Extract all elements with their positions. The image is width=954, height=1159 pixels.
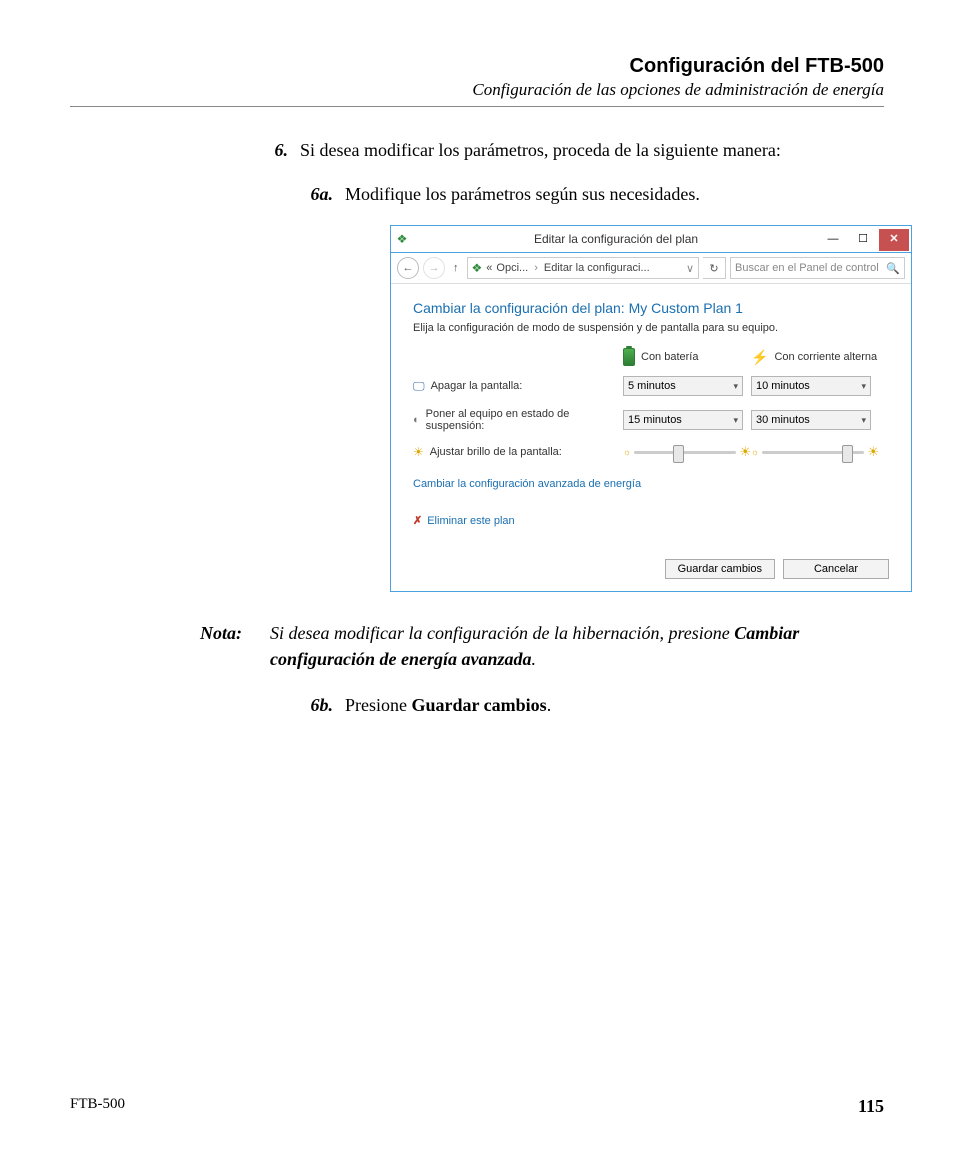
sleep-battery-select[interactable]: 15 minutos ▾ (623, 410, 743, 430)
address-bar-row: ← → ↑ ❖ « Opci... › Editar la configurac… (391, 253, 911, 284)
note-label: Nota: (200, 620, 270, 672)
step-6a-text: Modifique los parámetros según sus neces… (345, 181, 700, 207)
step-6a: 6a. Modifique los parámetros según sus n… (285, 181, 884, 207)
row-brightness: ☀ Ajustar brillo de la pantalla: ☼ ☀ ☼ ☀ (413, 444, 889, 460)
row-sleep-label: Poner al equipo en estado de suspensión: (426, 408, 623, 432)
cancel-button[interactable]: Cancelar (783, 559, 889, 579)
monitor-icon: 🖵 (413, 379, 425, 394)
save-button[interactable]: Guardar cambios (665, 559, 775, 579)
step-6b: 6b. Presione Guardar cambios. (285, 692, 884, 718)
brightness-low-icon: ☼ (623, 447, 631, 457)
plug-icon: ⚡ (751, 349, 768, 366)
brightness-high-icon: ☀ (739, 444, 751, 460)
display-ac-select[interactable]: 10 minutos ▾ (751, 376, 871, 396)
forward-button[interactable]: → (423, 257, 445, 279)
brightness-low-icon: ☼ (751, 447, 759, 457)
step-6b-number: 6b. (285, 692, 345, 718)
back-button[interactable]: ← (397, 257, 419, 279)
chevron-down-icon: ▾ (861, 381, 866, 392)
breadcrumb-icon: ❖ (472, 261, 483, 275)
footer-page-number: 115 (858, 1096, 884, 1117)
header-rule (70, 106, 884, 107)
column-headers: Con batería ⚡ Con corriente alterna (413, 348, 889, 366)
battery-icon (623, 348, 635, 366)
breadcrumb[interactable]: ❖ « Opci... › Editar la configuraci... ∨ (467, 257, 700, 279)
step-6b-post: . (547, 695, 552, 715)
breadcrumb-dropdown-icon[interactable]: ∨ (686, 262, 694, 275)
sun-icon: ☀ (413, 445, 424, 459)
step-6b-pre: Presione (345, 695, 412, 715)
plan-description: Elija la configuración de modo de suspen… (413, 322, 889, 334)
breadcrumb-item-1: Opci... (496, 262, 528, 274)
display-ac-value: 10 minutos (756, 380, 810, 392)
plan-title: Cambiar la configuración del plan: My Cu… (413, 300, 889, 316)
sleep-battery-value: 15 minutos (628, 414, 682, 426)
refresh-button[interactable]: ↻ (703, 257, 726, 279)
note-text-post: . (532, 649, 537, 669)
step-6a-number: 6a. (285, 181, 345, 207)
delete-icon: ✗ (413, 514, 422, 527)
row-display: 🖵 Apagar la pantalla: 5 minutos ▾ 10 min… (413, 376, 889, 396)
col-ac-label: Con corriente alterna (774, 351, 877, 363)
note: Nota: Si desea modificar la configuració… (200, 620, 884, 672)
footer-model: FTB-500 (70, 1096, 125, 1117)
delete-plan-link[interactable]: ✗ Eliminar este plan (413, 514, 889, 527)
brightness-ac-slider[interactable] (762, 451, 864, 454)
up-button[interactable]: ↑ (449, 262, 463, 274)
app-icon: ❖ (391, 232, 413, 246)
brightness-high-icon: ☀ (867, 444, 879, 460)
display-battery-value: 5 minutos (628, 380, 676, 392)
col-battery-label: Con batería (641, 351, 698, 363)
page-header-subtitle: Configuración de las opciones de adminis… (70, 80, 884, 100)
window-title: Editar la configuración del plan (413, 232, 819, 246)
breadcrumb-item-2: Editar la configuraci... (544, 262, 650, 274)
step-6-number: 6. (250, 137, 300, 163)
minimize-button[interactable]: — (819, 230, 847, 250)
chevron-down-icon: ▾ (733, 415, 738, 426)
moon-icon: ◐ (413, 414, 420, 426)
sleep-ac-select[interactable]: 30 minutos ▾ (751, 410, 871, 430)
step-6-text: Si desea modificar los parámetros, proce… (300, 137, 781, 163)
brightness-battery-slider[interactable] (634, 451, 736, 454)
step-6b-bold: Guardar cambios (412, 695, 547, 715)
delete-plan-label: Eliminar este plan (427, 515, 514, 527)
search-icon: 🔍 (886, 262, 900, 275)
close-button[interactable]: ✕ (879, 229, 909, 251)
search-input[interactable]: Buscar en el Panel de control 🔍 (730, 257, 905, 279)
chevron-down-icon: ▾ (861, 415, 866, 426)
search-placeholder: Buscar en el Panel de control (735, 262, 879, 274)
advanced-settings-label: Cambiar la configuración avanzada de ene… (413, 478, 641, 490)
row-brightness-label: Ajustar brillo de la pantalla: (430, 446, 562, 458)
maximize-button[interactable]: ☐ (849, 230, 877, 250)
chevron-right-icon: › (534, 262, 538, 274)
page-header-title: Configuración del FTB-500 (70, 55, 884, 78)
display-battery-select[interactable]: 5 minutos ▾ (623, 376, 743, 396)
step-6: 6. Si desea modificar los parámetros, pr… (250, 137, 884, 163)
breadcrumb-root: « (486, 262, 492, 274)
window-titlebar: ❖ Editar la configuración del plan — ☐ ✕ (391, 226, 911, 253)
sleep-ac-value: 30 minutos (756, 414, 810, 426)
advanced-settings-link[interactable]: Cambiar la configuración avanzada de ene… (413, 478, 889, 490)
chevron-down-icon: ▾ (733, 381, 738, 392)
note-text-pre: Si desea modificar la configuración de l… (270, 623, 734, 643)
windows-dialog: ❖ Editar la configuración del plan — ☐ ✕… (390, 225, 912, 592)
row-display-label: Apagar la pantalla: (431, 380, 523, 392)
row-sleep: ◐ Poner al equipo en estado de suspensió… (413, 408, 889, 432)
